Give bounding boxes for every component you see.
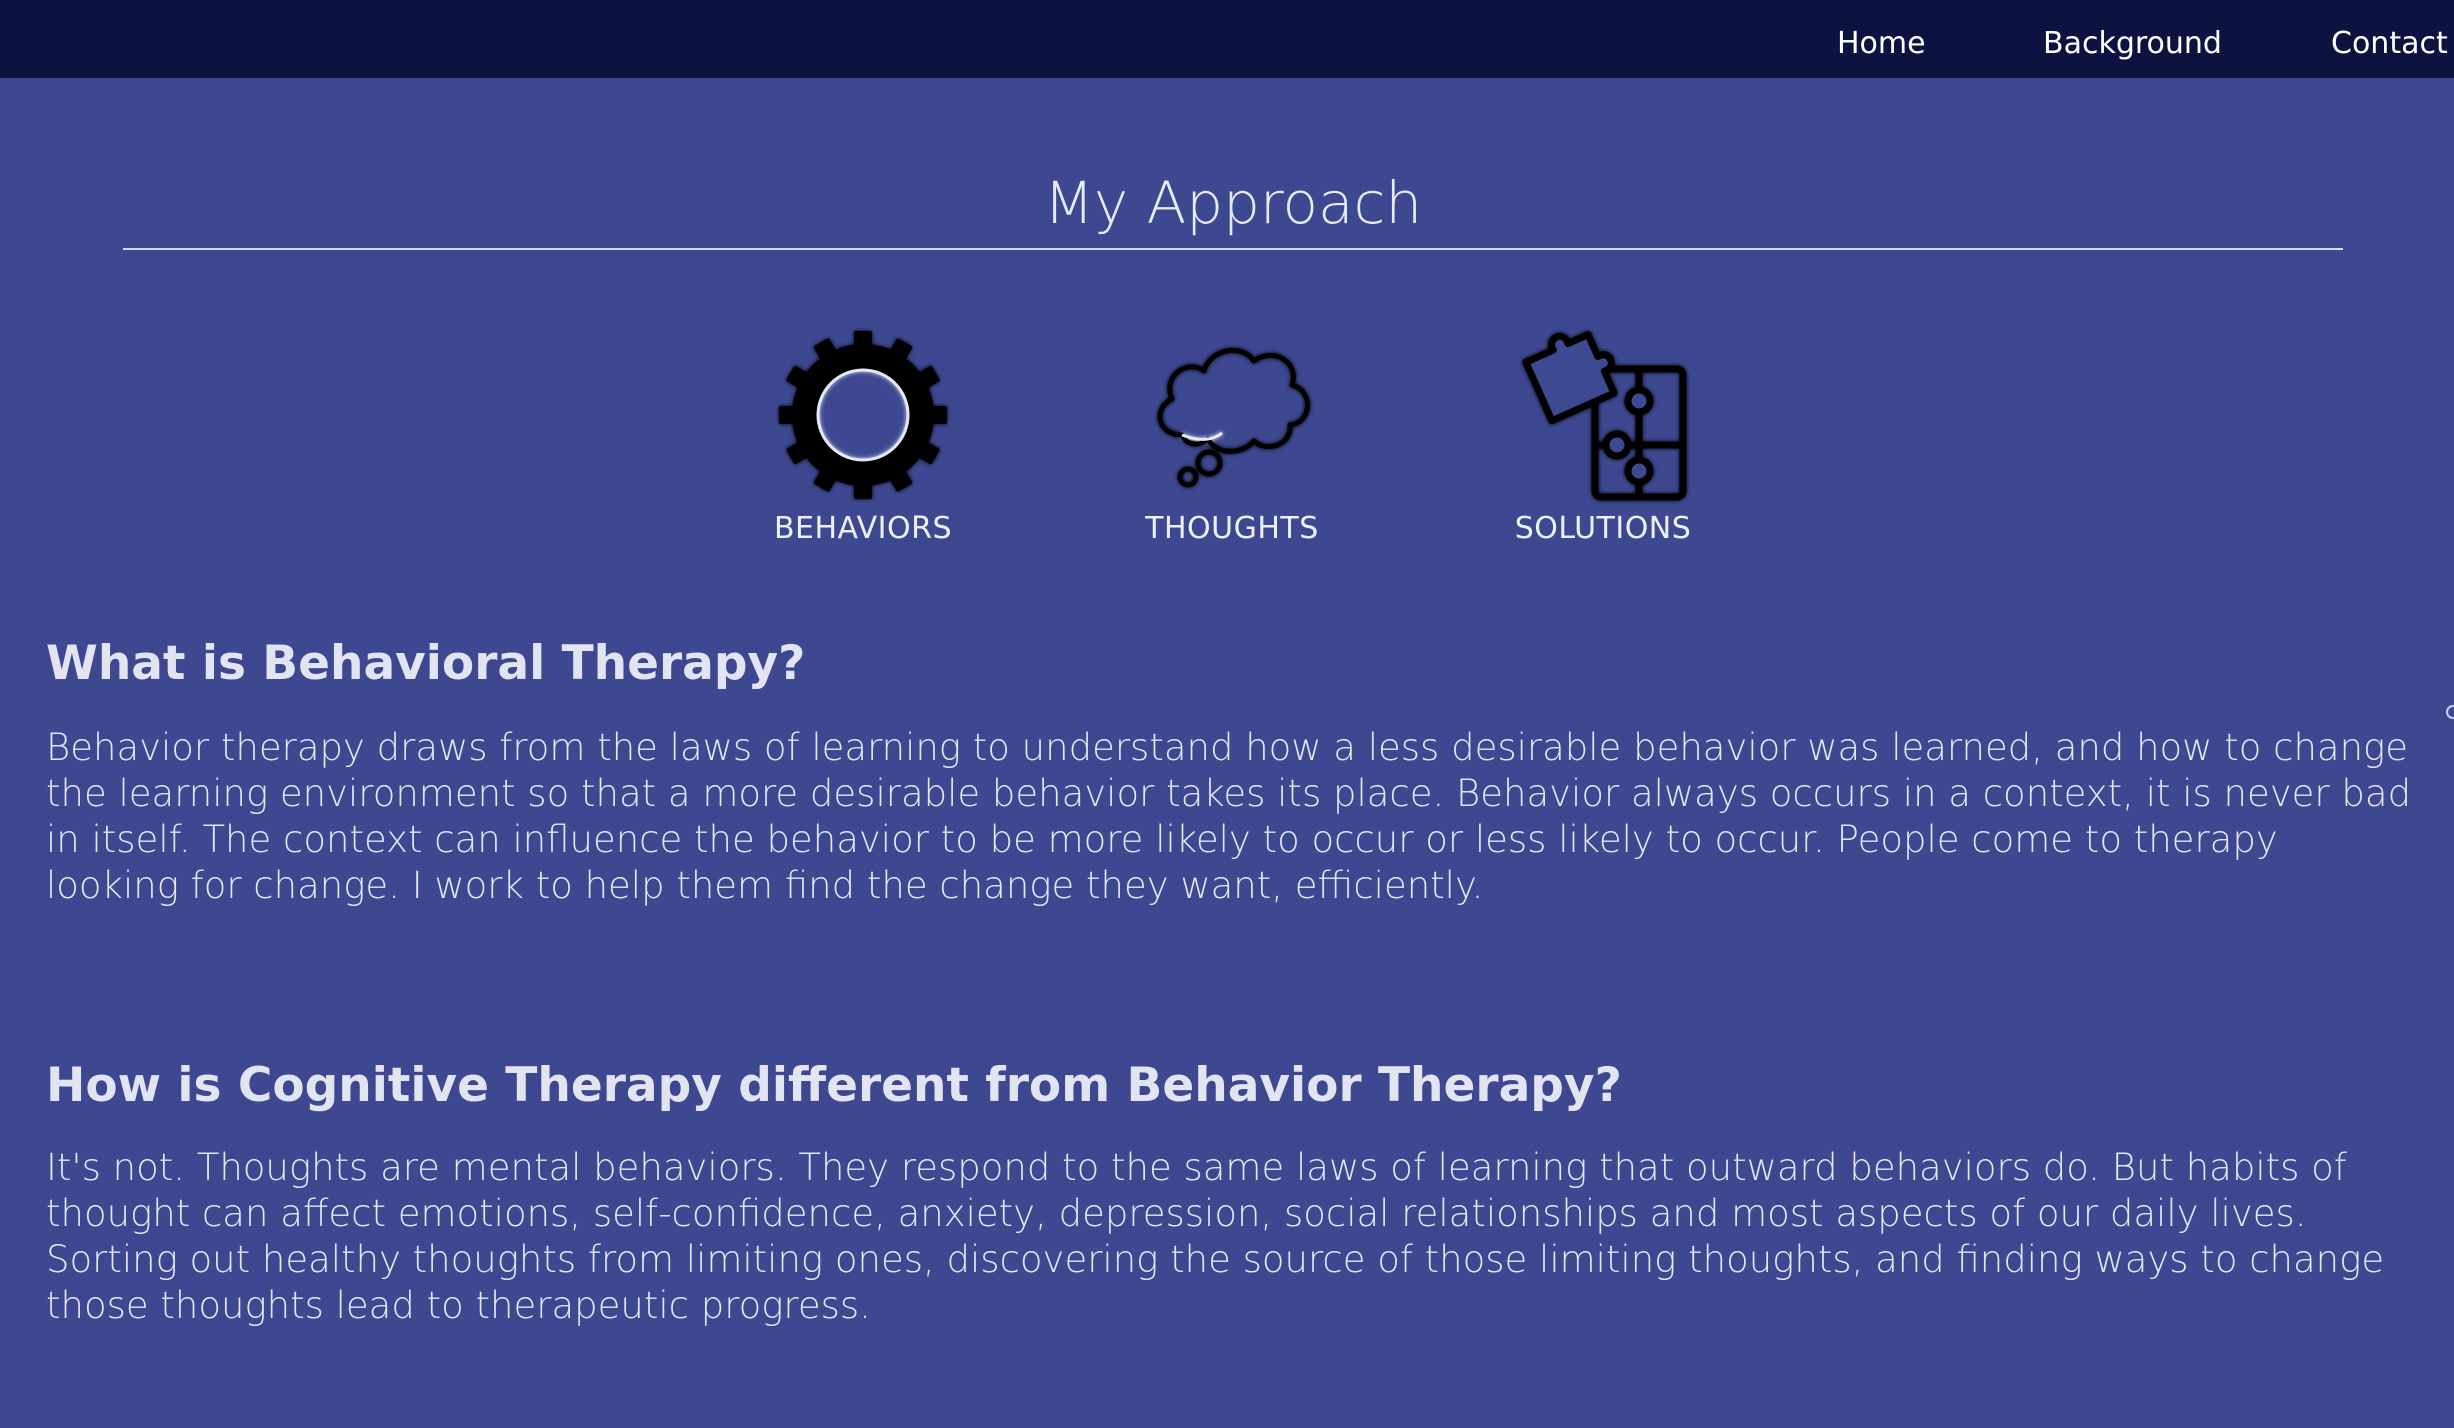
section-body-cognitive-therapy: It's not. Thoughts are mental behaviors.… [46,1146,2385,1327]
puzzle-icon [1513,325,1693,505]
approach-label-behaviors: BEHAVIORS [773,511,953,546]
section-heading-behavioral-therapy: What is Behavioral Therapy? [46,636,806,691]
page-title: My Approach [1043,169,1423,237]
nav-link-contact[interactable]: Contact [2331,26,2448,62]
thought-bubble-icon [1142,325,1322,505]
nav-link-home[interactable]: Home [1837,26,1926,62]
approach-label-thoughts: THOUGHTS [1145,511,1319,546]
title-divider [123,248,2343,250]
section-body-behavioral-therapy: Behavior therapy draws from the laws of … [46,726,2412,907]
approach-label-solutions: SOLUTIONS [1514,511,1692,546]
nav-link-background[interactable]: Background [2043,26,2222,62]
top-navbar: Home Background Contact [0,0,2454,78]
gear-icon [773,325,953,505]
edge-scroll-indicator [2446,705,2454,719]
section-heading-cognitive-therapy: How is Cognitive Therapy different from … [46,1058,1622,1113]
